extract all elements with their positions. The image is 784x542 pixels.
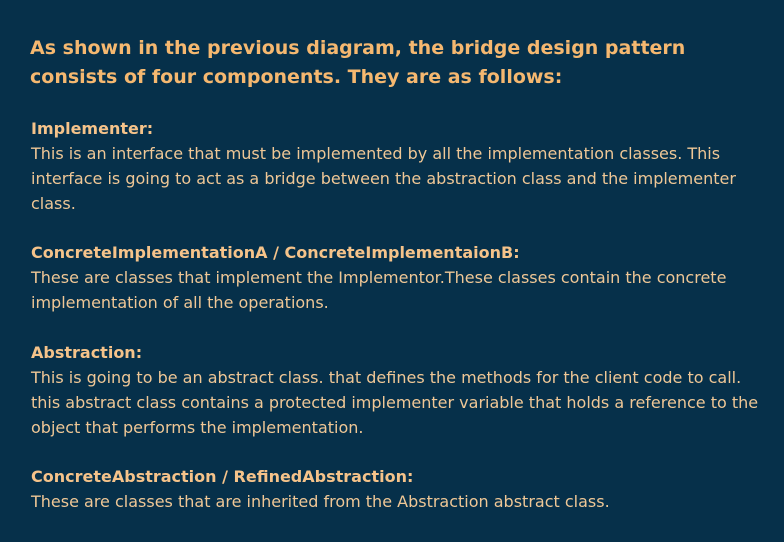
section-body: These are classes that implement the Imp…: [31, 268, 727, 312]
intro-heading: As shown in the previous diagram, the br…: [30, 37, 686, 88]
section-title: ConcreteImplementationA / ConcreteImplem…: [31, 243, 520, 262]
section-implementer: Implementer: This is an interface that m…: [31, 116, 771, 216]
section-concrete-implementation: ConcreteImplementationA / ConcreteImplem…: [31, 240, 771, 315]
section-body: These are classes that are inherited fro…: [31, 492, 610, 511]
section-body: This is going to be an abstract class. t…: [31, 368, 759, 437]
section-title: Abstraction:: [31, 343, 143, 362]
section-title: Implementer:: [31, 119, 154, 138]
section-title: ConcreteAbstraction / RefinedAbstraction…: [31, 467, 414, 486]
section-concrete-abstraction: ConcreteAbstraction / RefinedAbstraction…: [31, 464, 771, 514]
section-abstraction: Abstraction: This is going to be an abst…: [31, 340, 771, 440]
document-page: As shown in the previous diagram, the br…: [0, 0, 784, 542]
section-body: This is an interface that must be implem…: [31, 144, 736, 213]
